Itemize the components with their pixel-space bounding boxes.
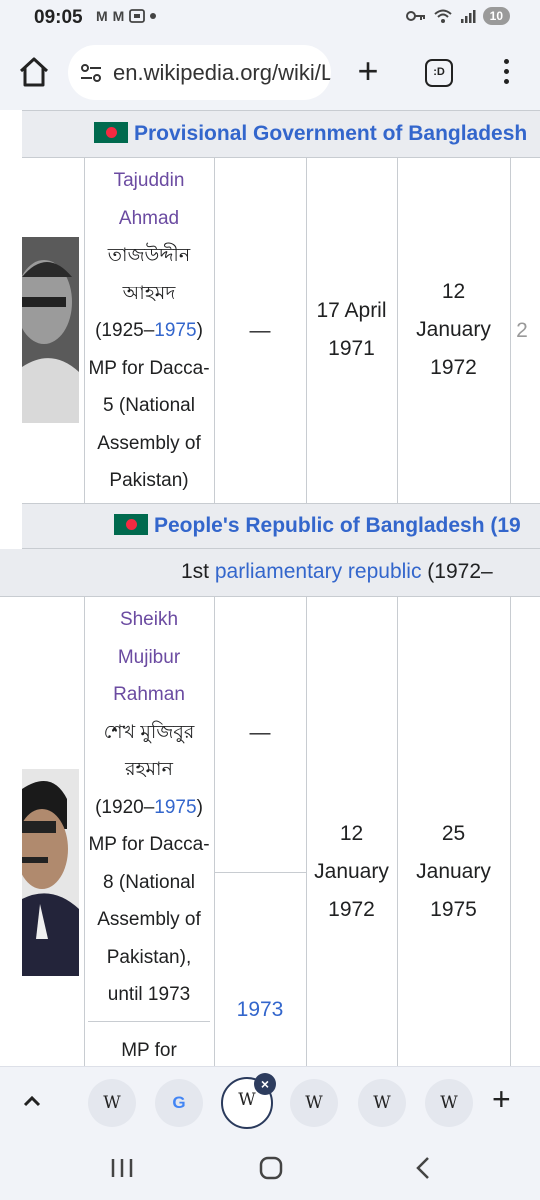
battery-indicator: 10 [482, 7, 510, 25]
tab-wikipedia-3[interactable]: W [290, 1079, 338, 1127]
tab-wikipedia-1[interactable]: W [88, 1079, 136, 1127]
system-navigation-bar [0, 1134, 540, 1200]
mujib-start-date: 12 January 1972 [314, 822, 389, 921]
wiki-table-viewport[interactable]: Provisional Government of Bangladesh Taj… [0, 110, 540, 1066]
subheader-parliamentary-republic: 1st parliamentary republic (1972– [0, 549, 540, 597]
mujib-constituency-4: Pakistan), [106, 946, 192, 968]
browser-toolbar: en.wikipedia.org/wiki/L + :D [0, 36, 540, 110]
url-bar[interactable]: en.wikipedia.org/wiki/L [68, 45, 331, 100]
peoples-republic-link[interactable]: People's Republic of Bangladesh (19 [154, 514, 521, 537]
status-bar: 09:05 M M 10 [0, 0, 540, 36]
section-header-peoples-republic: People's Republic of Bangladesh (19 [22, 503, 540, 549]
mujib-name-link-2[interactable]: Mujibur [84, 639, 214, 677]
overflow-menu-icon[interactable] [496, 56, 516, 90]
tajuddin-native-name-1: তাজউদ্দীন [107, 245, 191, 266]
system-icons: 10 [405, 7, 510, 25]
wifi-icon [433, 9, 452, 23]
mujib-name-link-3[interactable]: Rahman [84, 676, 214, 714]
tajuddin-constituency-4: Pakistan) [109, 470, 189, 491]
mujib-death-year-link[interactable]: 1975 [154, 797, 196, 818]
gmail-notification-icon-2: M [112, 8, 125, 24]
mujib-constituency-5: until 1973 [107, 984, 191, 1005]
bangladesh-flag-icon-2 [114, 514, 148, 535]
site-settings-icon[interactable] [80, 63, 102, 83]
tajuddin-party-dash: — [249, 319, 271, 342]
tab-wikipedia-5[interactable]: W [425, 1079, 473, 1127]
mujib-native-name-2: রহমান [125, 759, 173, 780]
tajuddin-name-link-2[interactable]: Ahmad [84, 200, 214, 238]
tajuddin-start-date: 17 April 1971 [316, 299, 387, 360]
tajuddin-constituency-3: Assembly of [97, 432, 201, 454]
mujib-name-cell: Sheikh Mujibur Rahman শেখ মুজিবুর রহমান … [84, 601, 214, 1014]
mujib-year-1973-link[interactable]: 1973 [214, 991, 306, 1029]
tajuddin-lifespan: (1925–1975) [95, 320, 203, 341]
parliamentary-republic-link[interactable]: parliamentary republic [215, 560, 422, 583]
tab-wikipedia-4[interactable]: W [358, 1079, 406, 1127]
tajuddin-ahmad-photo [16, 237, 79, 423]
tab-switcher-button[interactable]: :D [425, 59, 453, 87]
section-header-provisional: Provisional Government of Bangladesh [22, 110, 540, 158]
close-tab-icon[interactable]: × [254, 1073, 276, 1095]
new-tab-icon[interactable]: + [352, 52, 384, 92]
more-notifications-dot-icon [150, 13, 157, 19]
bangladesh-flag-icon [94, 122, 128, 143]
provisional-government-link[interactable]: Provisional Government of Bangladesh [134, 122, 527, 145]
add-tab-icon[interactable]: + [492, 1081, 511, 1118]
vpn-key-icon [405, 11, 425, 21]
tajuddin-death-year-link[interactable]: 1975 [154, 320, 196, 341]
back-nav-icon[interactable] [414, 1156, 432, 1180]
status-time: 09:05 [34, 7, 83, 28]
mujib-party-dash: — [249, 721, 271, 744]
mujib-constituency-1: MP for Dacca- [88, 834, 210, 855]
chevron-up-icon[interactable] [22, 1087, 42, 1115]
mujib-constituency-3: Assembly of [97, 909, 201, 930]
mujib-constituency-2: 8 (National [103, 871, 195, 893]
tajuddin-name-link-1[interactable]: Tajuddin [84, 162, 214, 200]
mujib-native-name-1: শেখ মুজিবুর [103, 721, 195, 743]
mujib-constituency-2-cell: MP for [121, 1040, 177, 1061]
tajuddin-end-date: 12 January 1972 [416, 280, 491, 379]
mujib-name-link-1[interactable]: Sheikh [84, 601, 214, 639]
home-nav-icon[interactable] [259, 1156, 283, 1180]
sheikh-mujibur-rahman-photo [16, 769, 79, 976]
tajuddin-name-cell: Tajuddin Ahmad তাজউদ্দীন আহমদ (1925–1975… [84, 162, 214, 500]
mujib-end-date: 25 January 1975 [416, 822, 491, 921]
signal-icon [460, 10, 476, 23]
tajuddin-constituency-1: MP for Dacca- [88, 357, 210, 379]
tajuddin-constituency-2: 5 (National [103, 395, 195, 416]
url-text[interactable]: en.wikipedia.org/wiki/L [113, 60, 331, 86]
notification-icons: M M [96, 8, 157, 24]
tajuddin-next-column-cell: 2 [516, 319, 528, 342]
tab-strip: W G W × W W W + [0, 1066, 540, 1134]
tajuddin-native-name-2: আহমদ [122, 282, 176, 304]
gmail-notification-icon: M [96, 8, 108, 24]
mujib-lifespan: (1920–1975) [95, 796, 203, 818]
screenshot-notification-icon [129, 9, 146, 23]
tab-google[interactable]: G [155, 1079, 203, 1127]
recent-apps-icon[interactable] [110, 1157, 134, 1179]
home-icon[interactable] [16, 54, 52, 90]
